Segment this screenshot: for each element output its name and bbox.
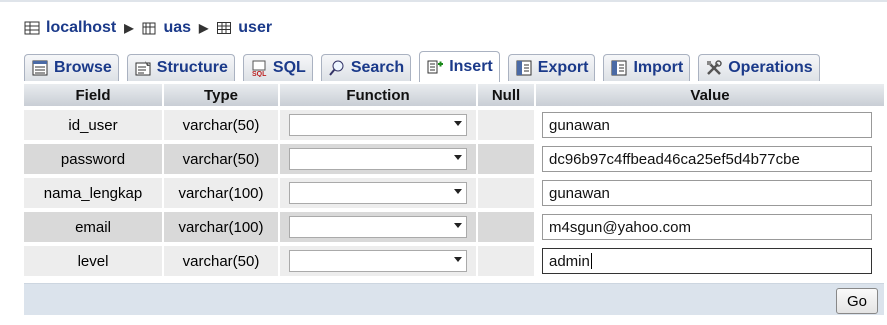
tab-import[interactable]: Import: [603, 54, 691, 81]
tab-insert[interactable]: Insert: [419, 51, 500, 82]
tab-structure-label[interactable]: Structure: [157, 59, 228, 77]
function-select[interactable]: [289, 216, 467, 238]
field-type: varchar(100): [164, 212, 278, 242]
null-cell: [478, 246, 534, 276]
chevron-down-icon: [454, 155, 462, 160]
header-null: Null: [478, 84, 534, 106]
import-icon: [611, 60, 627, 76]
tab-browse-label[interactable]: Browse: [54, 59, 112, 77]
structure-icon: [135, 61, 151, 76]
table-row: password varchar(50) dc96b97c4ffbead46ca…: [24, 144, 884, 174]
insert-icon: [427, 60, 444, 74]
value-input-focused[interactable]: admin: [542, 248, 872, 274]
browse-icon: [32, 60, 48, 76]
table-header: Field Type Function Null Value: [24, 84, 884, 106]
form-footer: Go: [24, 283, 884, 315]
tab-search[interactable]: Search: [320, 54, 412, 81]
chevron-down-icon: [454, 257, 462, 262]
header-value: Value: [536, 84, 884, 106]
export-icon: [516, 60, 532, 76]
function-select[interactable]: [289, 250, 467, 272]
tab-export-label[interactable]: Export: [538, 59, 589, 77]
function-select[interactable]: [289, 148, 467, 170]
server-icon: [24, 21, 40, 35]
function-cell: [280, 144, 476, 174]
function-cell: [280, 246, 476, 276]
chevron-down-icon: [454, 223, 462, 228]
table-row: nama_lengkap varchar(100) gunawan: [24, 178, 884, 208]
svg-text:SQL: SQL: [252, 71, 267, 77]
breadcrumb-table[interactable]: user: [216, 19, 272, 37]
null-cell: [478, 178, 534, 208]
value-input[interactable]: gunawan: [542, 112, 872, 138]
tab-sql-label[interactable]: SQL: [273, 59, 306, 77]
header-type: Type: [164, 84, 278, 106]
tab-operations-label[interactable]: Operations: [728, 59, 812, 77]
operations-icon: [707, 60, 722, 75]
value-text: admin: [549, 252, 590, 270]
field-type: varchar(50): [164, 110, 278, 140]
tab-browse[interactable]: Browse: [24, 54, 119, 81]
value-input[interactable]: gunawan: [542, 180, 872, 206]
field-name: email: [24, 212, 162, 242]
sql-icon: SQL: [252, 60, 267, 77]
breadcrumb-database[interactable]: uas: [141, 19, 191, 37]
field-type: varchar(50): [164, 144, 278, 174]
null-cell: [478, 110, 534, 140]
breadcrumb-server[interactable]: localhost: [24, 19, 116, 37]
database-icon: [142, 22, 156, 35]
header-function: Function: [280, 84, 476, 106]
table-icon: [217, 22, 232, 34]
tab-sql[interactable]: SQL SQL: [242, 54, 313, 81]
table-row: id_user varchar(50) gunawan: [24, 110, 884, 140]
null-cell: [478, 212, 534, 242]
tab-export[interactable]: Export: [507, 54, 596, 81]
function-select[interactable]: [289, 114, 467, 136]
value-cell: admin: [536, 246, 884, 276]
value-cell: m4sgun@yahoo.com: [536, 212, 884, 242]
field-name: id_user: [24, 110, 162, 140]
field-type: varchar(50): [164, 246, 278, 276]
breadcrumb-server-label[interactable]: localhost: [46, 19, 116, 37]
field-name: level: [24, 246, 162, 276]
top-divider: [0, 0, 887, 2]
table-row: email varchar(100) m4sgun@yahoo.com: [24, 212, 884, 242]
tab-bar: Browse Structure SQL SQL Search Insert E…: [24, 50, 884, 82]
value-cell: gunawan: [536, 178, 884, 208]
go-button[interactable]: Go: [836, 288, 878, 314]
breadcrumb: localhost ▶ uas ▶ user: [24, 18, 272, 38]
value-cell: gunawan: [536, 110, 884, 140]
chevron-down-icon: [454, 121, 462, 126]
search-icon: [329, 60, 344, 76]
tab-insert-label[interactable]: Insert: [449, 58, 493, 76]
chevron-down-icon: [454, 189, 462, 194]
breadcrumb-separator-icon: ▶: [199, 21, 209, 35]
null-cell: [478, 144, 534, 174]
function-cell: [280, 178, 476, 208]
breadcrumb-separator-icon: ▶: [124, 21, 134, 35]
field-name: nama_lengkap: [24, 178, 162, 208]
field-name: password: [24, 144, 162, 174]
tab-search-label[interactable]: Search: [351, 59, 404, 77]
tab-operations[interactable]: Operations: [698, 54, 820, 81]
field-type: varchar(100): [164, 178, 278, 208]
function-cell: [280, 110, 476, 140]
breadcrumb-database-label[interactable]: uas: [163, 19, 191, 37]
function-select[interactable]: [289, 182, 467, 204]
breadcrumb-table-label[interactable]: user: [238, 19, 272, 37]
function-cell: [280, 212, 476, 242]
tab-structure[interactable]: Structure: [126, 54, 235, 81]
table-row: level varchar(50) admin: [24, 246, 884, 276]
value-input[interactable]: m4sgun@yahoo.com: [542, 214, 872, 240]
header-field: Field: [24, 84, 162, 106]
value-input[interactable]: dc96b97c4ffbead46ca25ef5d4b77cbe: [542, 146, 872, 172]
value-cell: dc96b97c4ffbead46ca25ef5d4b77cbe: [536, 144, 884, 174]
tab-import-label[interactable]: Import: [633, 59, 683, 77]
text-cursor: [590, 253, 592, 269]
